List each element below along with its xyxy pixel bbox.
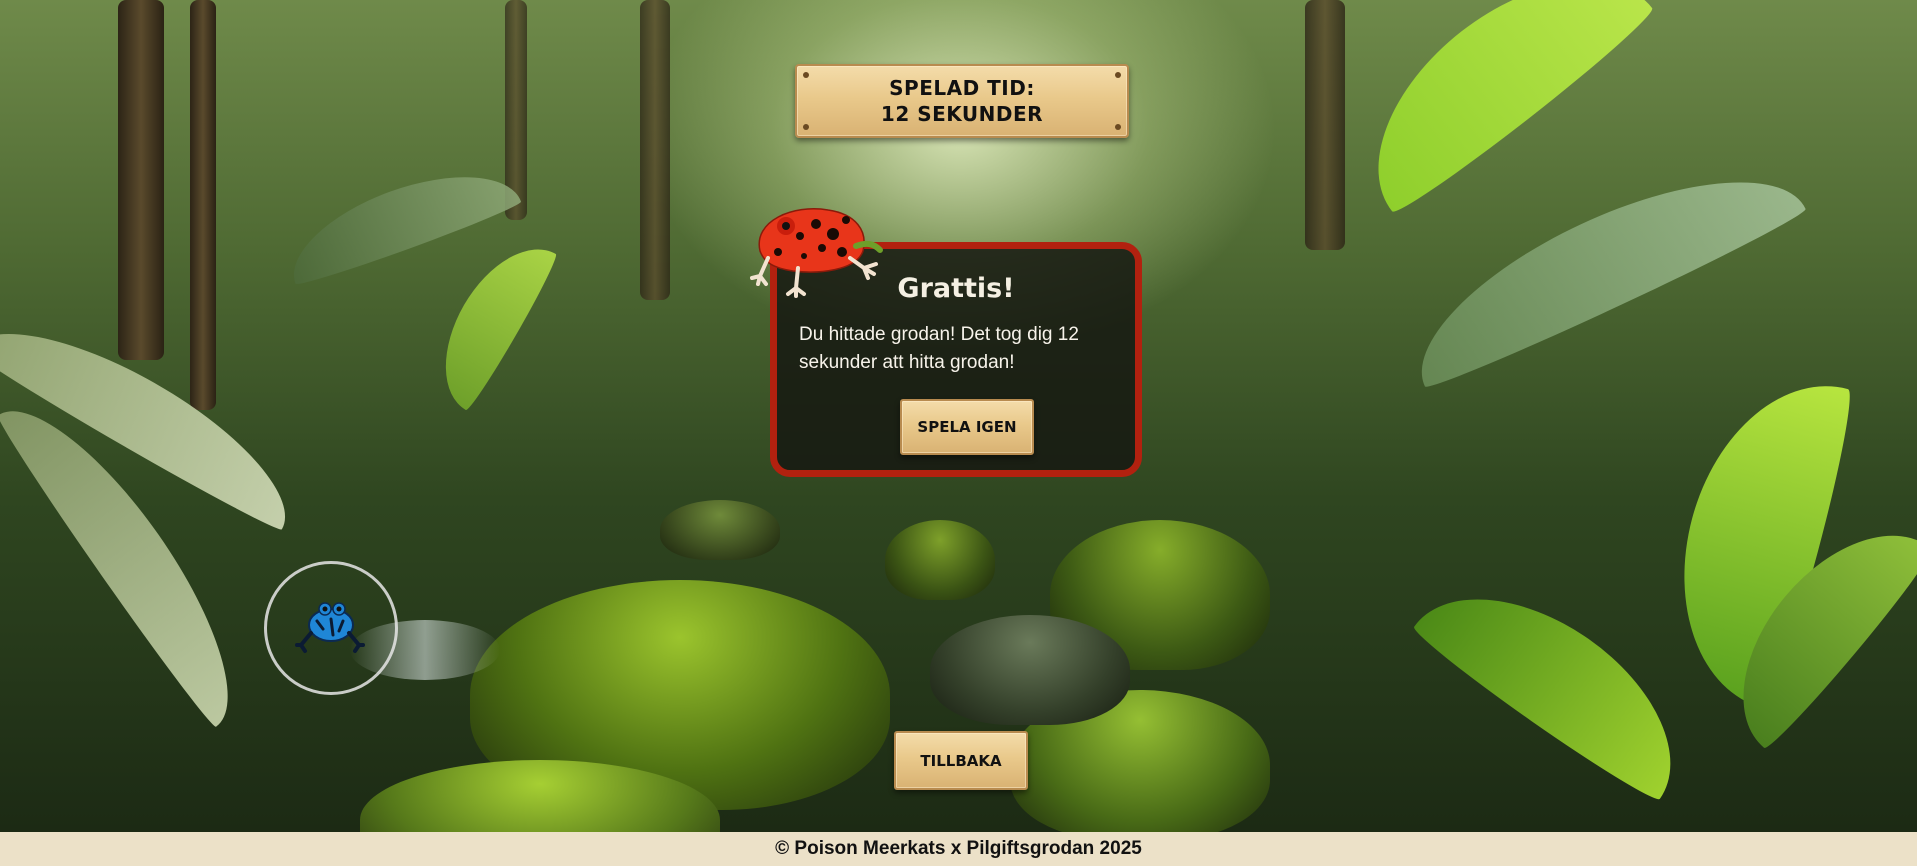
banana-leaf	[1408, 553, 1712, 807]
tree-trunk	[118, 0, 164, 360]
dialog-message: Du hittade grodan! Det tog dig 12 sekund…	[799, 324, 1079, 373]
fern-leaf	[276, 150, 524, 290]
footer-copyright: © Poison Meerkats x Pilgiftsgrodan 2025	[775, 838, 1142, 859]
nail-icon	[1115, 72, 1121, 78]
red-frog-body	[750, 208, 883, 298]
back-button[interactable]: TILLBAKA	[894, 731, 1028, 790]
play-time-label: SPELAD TID:	[889, 76, 1035, 100]
rock	[930, 615, 1130, 725]
rock	[660, 500, 780, 560]
nail-icon	[1115, 124, 1121, 130]
play-time-value: 12 SEKUNDER	[880, 102, 1044, 126]
red-frog-icon	[750, 208, 883, 298]
blue-frog-body	[295, 602, 365, 653]
nail-icon	[803, 72, 809, 78]
mossy-rock	[885, 520, 995, 600]
footer: © Poison Meerkats x Pilgiftsgrodan 2025	[0, 832, 1917, 866]
play-time-sign: SPELAD TID: 12 SEKUNDER	[795, 64, 1129, 138]
tree-trunk	[640, 0, 670, 300]
play-again-button[interactable]: SPELA IGEN	[900, 399, 1034, 455]
blue-frog-icon	[295, 602, 365, 653]
nail-icon	[803, 124, 809, 130]
tree-trunk	[190, 0, 216, 410]
fern-leaf	[419, 227, 561, 413]
palm-leaf	[1331, 0, 1659, 220]
tree-trunk	[1305, 0, 1345, 250]
